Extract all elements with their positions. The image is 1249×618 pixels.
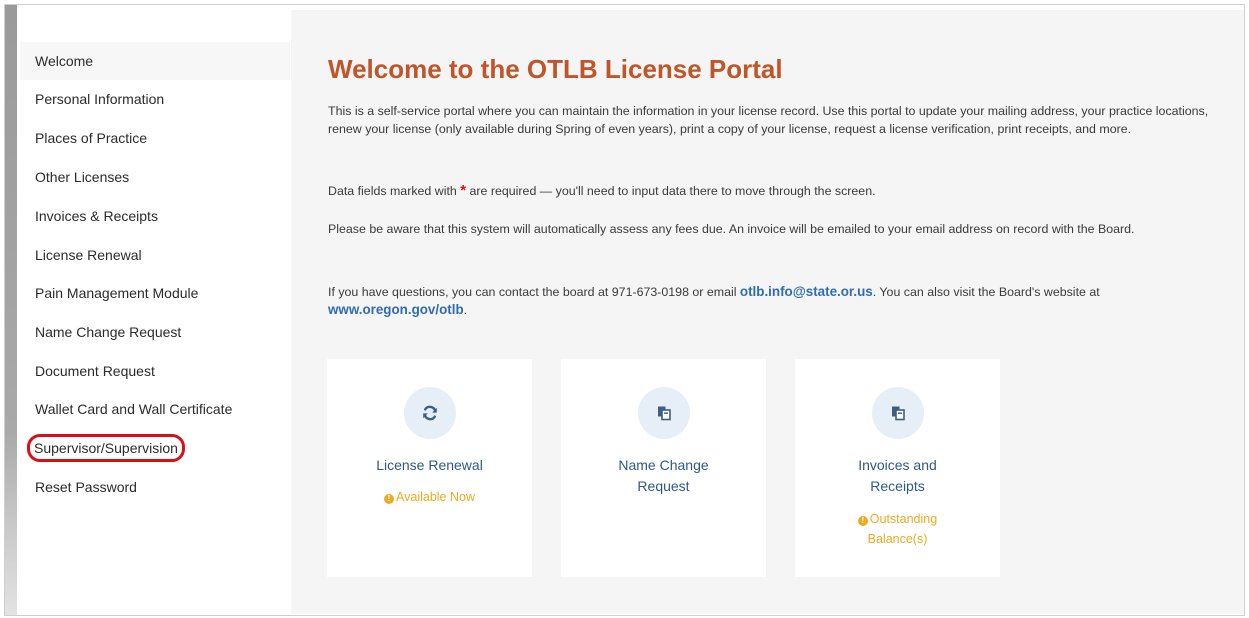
sidebar-item-label: Document Request bbox=[35, 363, 155, 379]
documents-icon bbox=[638, 387, 690, 439]
sidebar-item-wallet-card-certificate[interactable]: Wallet Card and Wall Certificate bbox=[20, 390, 290, 428]
sidebar-item-supervisor-supervision[interactable]: Supervisor/Supervision bbox=[20, 429, 290, 467]
sidebar-item-name-change-request[interactable]: Name Change Request bbox=[20, 313, 290, 351]
required-note-prefix: Data fields marked with bbox=[328, 184, 457, 198]
card-title: License Renewal bbox=[376, 457, 483, 473]
sidebar-item-label: Name Change Request bbox=[35, 324, 182, 340]
sidebar-item-label: License Renewal bbox=[35, 247, 142, 263]
contact-prefix: If you have questions, you can contact t… bbox=[328, 285, 737, 299]
sidebar-item-license-renewal[interactable]: License Renewal bbox=[20, 236, 290, 274]
name-change-request-card[interactable]: Name Change Request bbox=[561, 359, 766, 577]
card-title: Invoices and Receipts bbox=[858, 457, 937, 494]
sidebar-item-reset-password[interactable]: Reset Password bbox=[20, 468, 290, 506]
card-title: Name Change Request bbox=[618, 457, 709, 494]
required-asterisk-icon: * bbox=[460, 182, 467, 199]
sidebar-item-label: Invoices & Receipts bbox=[35, 208, 158, 224]
sidebar-nav: Welcome Personal Information Places of P… bbox=[20, 10, 290, 614]
page-title: Welcome to the OTLB License Portal bbox=[328, 54, 783, 84]
sidebar-item-welcome[interactable]: Welcome bbox=[20, 42, 290, 80]
sidebar-item-label: Welcome bbox=[35, 53, 94, 69]
main-content: Welcome to the OTLB License Portal This … bbox=[291, 10, 1244, 614]
board-website-link[interactable]: www.oregon.gov/otlb bbox=[328, 302, 464, 317]
card-status: ! Available Now bbox=[337, 487, 522, 507]
sidebar-item-label: Personal Information bbox=[35, 91, 165, 107]
card-status-text: Available Now bbox=[396, 490, 475, 504]
sidebar-item-label: Supervisor/Supervision bbox=[27, 434, 185, 462]
sidebar-item-document-request[interactable]: Document Request bbox=[20, 352, 290, 390]
contact-paragraph: If you have questions, you can contact t… bbox=[328, 283, 1218, 319]
sidebar-item-label: Reset Password bbox=[35, 479, 137, 495]
sidebar-item-label: Pain Management Module bbox=[35, 285, 199, 301]
sidebar-item-places-of-practice[interactable]: Places of Practice bbox=[20, 119, 290, 157]
invoices-receipts-card[interactable]: Invoices and Receipts ! Outstanding Balan… bbox=[795, 359, 1000, 577]
documents-icon bbox=[872, 387, 924, 439]
intro-paragraph: This is a self-service portal where you … bbox=[328, 104, 1209, 136]
sidebar-item-label: Places of Practice bbox=[35, 130, 148, 146]
alert-circle-icon: ! bbox=[857, 516, 868, 526]
card-status-text: Outstanding Balance(s) bbox=[867, 512, 938, 546]
card-status: ! Outstanding Balance(s) bbox=[845, 509, 950, 549]
required-note-suffix: are required — you'll need to input data… bbox=[469, 184, 876, 198]
sidebar-item-label: Wallet Card and Wall Certificate bbox=[35, 401, 233, 417]
sidebar-item-label: Other Licenses bbox=[35, 169, 130, 185]
sidebar-item-pain-management-module[interactable]: Pain Management Module bbox=[20, 274, 290, 312]
sidebar-item-invoices-receipts[interactable]: Invoices & Receipts bbox=[20, 197, 290, 235]
contact-middle: . You can also visit the Board's website… bbox=[872, 285, 1100, 299]
contact-suffix: . bbox=[463, 303, 468, 317]
refresh-icon bbox=[404, 387, 456, 439]
alert-circle-icon: ! bbox=[384, 494, 394, 504]
license-renewal-card[interactable]: License Renewal ! Available Now bbox=[327, 359, 532, 577]
sidebar-item-other-licenses[interactable]: Other Licenses bbox=[20, 158, 290, 196]
sidebar-item-personal-information[interactable]: Personal Information bbox=[20, 80, 290, 118]
fees-notice: Please be aware that this system will au… bbox=[328, 222, 1135, 236]
window-edge-bar bbox=[5, 5, 17, 615]
contact-email-link[interactable]: otlb.info@state.or.us bbox=[740, 284, 873, 299]
required-fields-note: Data fields marked with * are required —… bbox=[328, 182, 1218, 200]
